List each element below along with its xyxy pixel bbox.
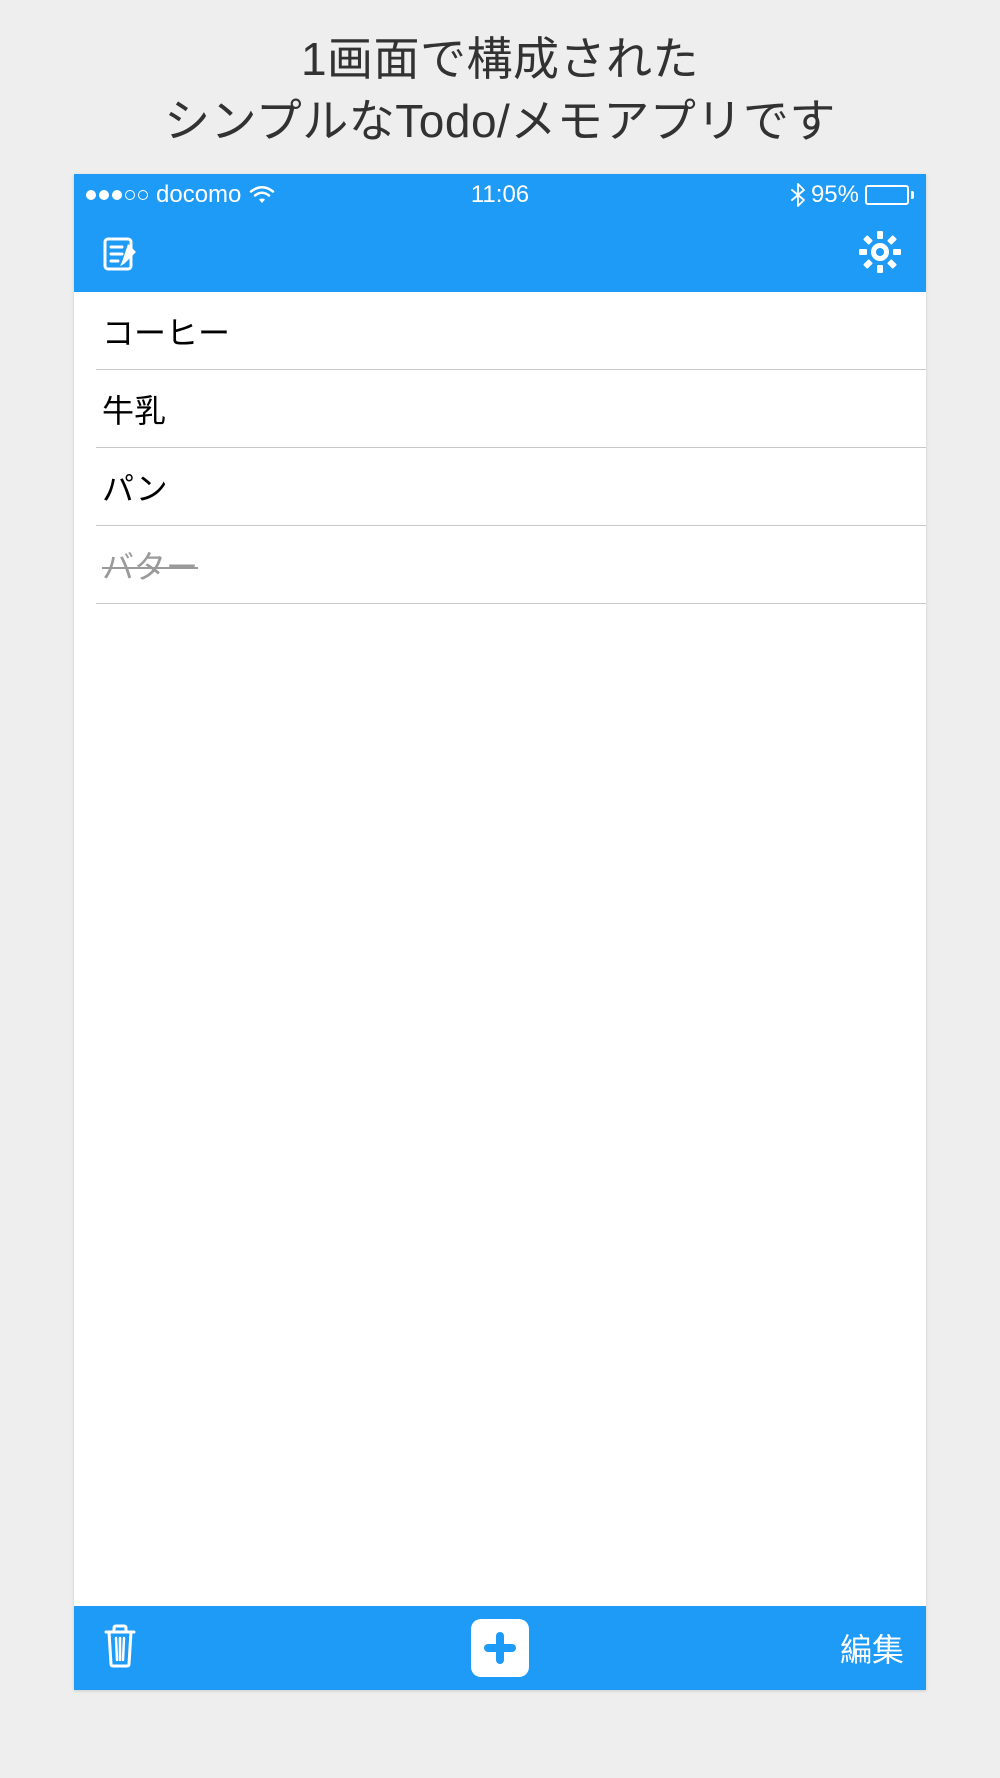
nav-bar: [74, 216, 926, 292]
list-item-label: パン: [102, 464, 168, 510]
marketing-line1: 1画面で構成された: [164, 28, 836, 90]
list-item-label: バター: [102, 542, 198, 588]
todo-list: コーヒー牛乳パンバター: [74, 292, 926, 1606]
marketing-headline: 1画面で構成された シンプルなTodo/メモアプリです: [164, 28, 836, 152]
bluetooth-icon: [791, 183, 805, 207]
carrier-label: docomo: [156, 181, 241, 209]
trash-icon: [100, 1622, 140, 1675]
add-button[interactable]: [471, 1619, 529, 1677]
battery-icon: [865, 185, 914, 205]
marketing-line2: シンプルなTodo/メモアプリです: [164, 90, 836, 152]
list-item-label: 牛乳: [102, 386, 166, 432]
status-right: 95%: [791, 181, 914, 209]
list-item[interactable]: 牛乳: [74, 370, 926, 448]
list-item-label: コーヒー: [102, 308, 230, 354]
battery-percent-label: 95%: [811, 181, 859, 209]
notes-app-icon[interactable]: [96, 230, 144, 278]
gear-icon: [857, 229, 903, 280]
list-item[interactable]: コーヒー: [74, 292, 926, 370]
status-left: docomo: [86, 181, 275, 209]
plus-icon: [480, 1628, 520, 1668]
bottom-toolbar: 編集: [74, 1606, 926, 1690]
device-frame: docomo 11:06 95%: [74, 174, 926, 1690]
cellular-signal-icon: [86, 190, 148, 200]
delete-button[interactable]: [96, 1624, 144, 1672]
edit-button[interactable]: 編集: [840, 1625, 904, 1671]
settings-button[interactable]: [856, 230, 904, 278]
status-bar: docomo 11:06 95%: [74, 174, 926, 216]
list-item[interactable]: バター: [74, 526, 926, 604]
wifi-icon: [249, 185, 275, 205]
list-item[interactable]: パン: [74, 448, 926, 526]
status-time: 11:06: [471, 181, 529, 209]
